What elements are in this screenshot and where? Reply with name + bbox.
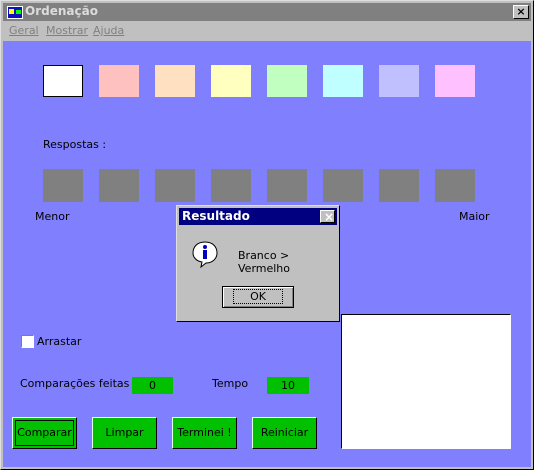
done-button[interactable]: Terminei !	[172, 417, 237, 449]
close-icon: ×	[324, 210, 335, 224]
preview-canvas[interactable]	[341, 314, 511, 449]
dialog-close-button[interactable]: ×	[320, 210, 335, 223]
main-window: Ordenação × Geral Mostrar Ajuda Resposta…	[0, 0, 534, 470]
compare-button[interactable]: Comparar	[12, 417, 77, 449]
ok-button[interactable]: OK	[222, 286, 294, 308]
answer-slot-2[interactable]	[99, 169, 139, 202]
drag-label: Arrastar	[37, 335, 82, 348]
color-swatch-yellow[interactable]	[211, 65, 251, 97]
dialog-message: Branco > Vermelho	[238, 249, 291, 275]
color-swatch-magenta[interactable]	[435, 65, 475, 97]
close-button[interactable]: ×	[513, 5, 529, 19]
answer-slot-8[interactable]	[435, 169, 475, 202]
time-counter: 10	[267, 377, 309, 394]
menu-bar: Geral Mostrar Ajuda	[3, 22, 531, 40]
time-label: Tempo	[212, 377, 249, 390]
title-bar[interactable]: Ordenação ×	[3, 3, 531, 21]
answer-slot-6[interactable]	[323, 169, 363, 202]
min-label: Menor	[35, 210, 70, 223]
menu-geral[interactable]: Geral	[9, 24, 39, 37]
dialog-title-bar[interactable]: Resultado ×	[179, 208, 337, 225]
color-swatch-cyan[interactable]	[323, 65, 363, 97]
app-icon[interactable]	[7, 6, 23, 19]
color-swatch-blue[interactable]	[379, 65, 419, 97]
menu-ajuda[interactable]: Ajuda	[93, 24, 124, 37]
restart-button[interactable]: Reiniciar	[252, 417, 317, 449]
close-icon: ×	[516, 5, 526, 18]
comparisons-counter: 0	[132, 377, 173, 394]
color-swatch-white[interactable]	[43, 65, 83, 97]
info-icon	[192, 241, 218, 268]
color-swatch-green[interactable]	[267, 65, 307, 97]
color-swatch-orange[interactable]	[155, 65, 195, 97]
max-label: Maior	[459, 210, 490, 223]
menu-mostrar[interactable]: Mostrar	[46, 24, 88, 37]
answer-slot-4[interactable]	[211, 169, 251, 202]
answer-slot-5[interactable]	[267, 169, 307, 202]
drag-checkbox[interactable]	[21, 335, 34, 348]
clear-button[interactable]: Limpar	[92, 417, 157, 449]
window-title: Ordenação	[25, 4, 98, 18]
ok-button-label: OK	[233, 289, 283, 304]
result-dialog: Resultado × Branco > Vermelho OK	[176, 205, 340, 322]
comparisons-label: Comparações feitas	[20, 377, 130, 390]
answer-slot-7[interactable]	[379, 169, 419, 202]
answer-slot-3[interactable]	[155, 169, 195, 202]
answers-label: Respostas :	[43, 138, 107, 151]
dialog-title: Resultado	[182, 209, 250, 223]
answer-slot-1[interactable]	[43, 169, 83, 202]
color-swatch-red[interactable]	[99, 65, 139, 97]
